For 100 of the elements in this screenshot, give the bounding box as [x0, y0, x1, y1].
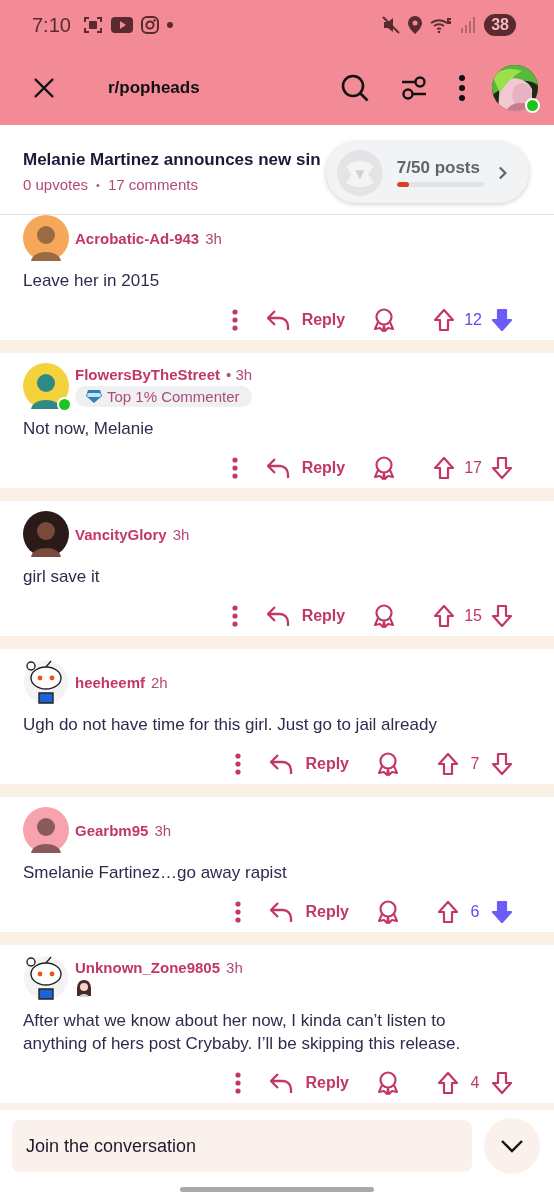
- comment-input[interactable]: Join the conversation: [12, 1120, 472, 1172]
- timestamp: 3h: [172, 525, 190, 543]
- award-button[interactable]: [377, 752, 399, 776]
- downvote-icon: [491, 604, 513, 628]
- downvote-icon: [491, 456, 513, 480]
- more-icon: [231, 309, 238, 331]
- more-icon: [235, 1072, 242, 1094]
- award-icon: [377, 1071, 399, 1095]
- upvote-icon: [437, 752, 459, 776]
- clock: 7:10: [32, 13, 71, 37]
- avatar[interactable]: [23, 511, 69, 557]
- award-button[interactable]: [373, 308, 396, 332]
- more-icon: [458, 74, 466, 101]
- upvote-button[interactable]: [437, 1071, 459, 1095]
- award-button[interactable]: [377, 1071, 399, 1095]
- more-options-button[interactable]: [235, 901, 242, 923]
- downvote-button[interactable]: [491, 752, 513, 776]
- vote-score: 12: [464, 311, 482, 329]
- award-icon: [377, 900, 399, 924]
- reply-button[interactable]: Reply: [265, 605, 346, 627]
- award-icon: [377, 752, 399, 776]
- downvote-icon: [491, 752, 513, 776]
- downvote-button[interactable]: [491, 308, 513, 332]
- person-icon: [75, 979, 93, 997]
- more-icon: [231, 605, 238, 627]
- chevron-down-icon: [500, 1139, 524, 1153]
- username[interactable]: FlowersByTheStreet: [75, 365, 221, 383]
- username[interactable]: Unknown_Zone9805: [75, 959, 221, 976]
- battery-indicator: 38: [484, 14, 516, 36]
- award-button[interactable]: [373, 456, 396, 480]
- downvote-icon: [491, 900, 513, 924]
- vote-score: 15: [464, 607, 482, 625]
- reply-button[interactable]: Reply: [265, 457, 346, 479]
- upvote-icon: [433, 308, 456, 332]
- reply-icon: [265, 457, 290, 479]
- reply-button[interactable]: Reply: [269, 901, 349, 923]
- more-icon: [235, 753, 242, 775]
- reply-icon: [265, 309, 290, 331]
- upvote-count: 0 upvotes: [23, 176, 89, 193]
- more-options-button[interactable]: [231, 605, 238, 627]
- avatar[interactable]: [23, 955, 69, 1001]
- downvote-icon: [491, 1071, 513, 1095]
- downvote-icon: [491, 308, 513, 332]
- upvote-button[interactable]: [437, 900, 459, 924]
- username[interactable]: VancityGlory: [75, 525, 167, 543]
- search-icon: [340, 72, 370, 103]
- more-options-button[interactable]: [231, 309, 238, 331]
- downvote-button[interactable]: [491, 1071, 513, 1095]
- upvote-button[interactable]: [433, 456, 456, 480]
- award-icon: [373, 604, 396, 628]
- chevron-right-icon: [497, 164, 507, 181]
- more-icon: [231, 457, 238, 479]
- username[interactable]: heeheemf: [75, 673, 146, 691]
- reply-icon: [269, 901, 294, 923]
- video-play-icon: [110, 17, 133, 33]
- reply-icon: [269, 1072, 294, 1094]
- subreddit-name: r/popheads: [108, 77, 200, 98]
- upvote-button[interactable]: [433, 604, 456, 628]
- reply-button[interactable]: Reply: [269, 753, 349, 775]
- timestamp: 3h: [205, 229, 222, 247]
- comment-text: Ugh do not have time for this girl. Just go to jail already: [23, 714, 438, 736]
- camera-icon: [140, 16, 159, 34]
- comment-text: Leave her in 2015: [23, 270, 161, 292]
- reply-button[interactable]: Reply: [269, 1072, 349, 1094]
- username[interactable]: Acrobatic-Ad-943: [75, 229, 200, 247]
- award-button[interactable]: [377, 900, 399, 924]
- downvote-button[interactable]: [491, 456, 513, 480]
- more-icon: [235, 901, 242, 923]
- more-options-button[interactable]: [235, 1072, 242, 1094]
- upvote-icon: [433, 456, 456, 480]
- award-icon: [373, 456, 396, 480]
- comment-text: After what we know about her now, I kinda can’t listen to anything of hers post Crybaby. I’ll be skipping this release.: [23, 1010, 462, 1055]
- downvote-button[interactable]: [491, 604, 513, 628]
- award-button[interactable]: [373, 604, 396, 628]
- comment-text: girl save it: [23, 566, 101, 588]
- upvote-icon: [437, 1071, 459, 1095]
- vote-score: 7: [469, 755, 481, 773]
- filter-icon: [400, 73, 428, 102]
- upvote-button[interactable]: [437, 752, 459, 776]
- post-title: Melanie Martinez announces new sin: [23, 150, 321, 170]
- timestamp: 3h: [226, 959, 243, 976]
- timestamp: 2h: [151, 673, 168, 691]
- avatar[interactable]: [23, 659, 69, 705]
- comment-count: 17 comments: [107, 176, 198, 193]
- timestamp: 3h: [154, 821, 172, 839]
- progress-pill[interactable]: 7/50 posts: [326, 142, 529, 203]
- vote-score: 4: [469, 1074, 481, 1092]
- signal-icon: [460, 17, 477, 33]
- comment-text: Smelanie Fartinez…go away rapist: [23, 862, 288, 884]
- more-options-button[interactable]: [235, 753, 242, 775]
- reply-icon: [265, 605, 290, 627]
- reply-button[interactable]: Reply: [265, 309, 346, 331]
- location-icon: [408, 16, 423, 34]
- username[interactable]: Gearbm95: [75, 821, 149, 839]
- downvote-button[interactable]: [491, 900, 513, 924]
- more-options-button[interactable]: [231, 457, 238, 479]
- reply-icon: [269, 753, 294, 775]
- mute-icon: [382, 16, 401, 34]
- upvote-button[interactable]: [433, 308, 456, 332]
- timestamp: • 3h: [226, 365, 253, 383]
